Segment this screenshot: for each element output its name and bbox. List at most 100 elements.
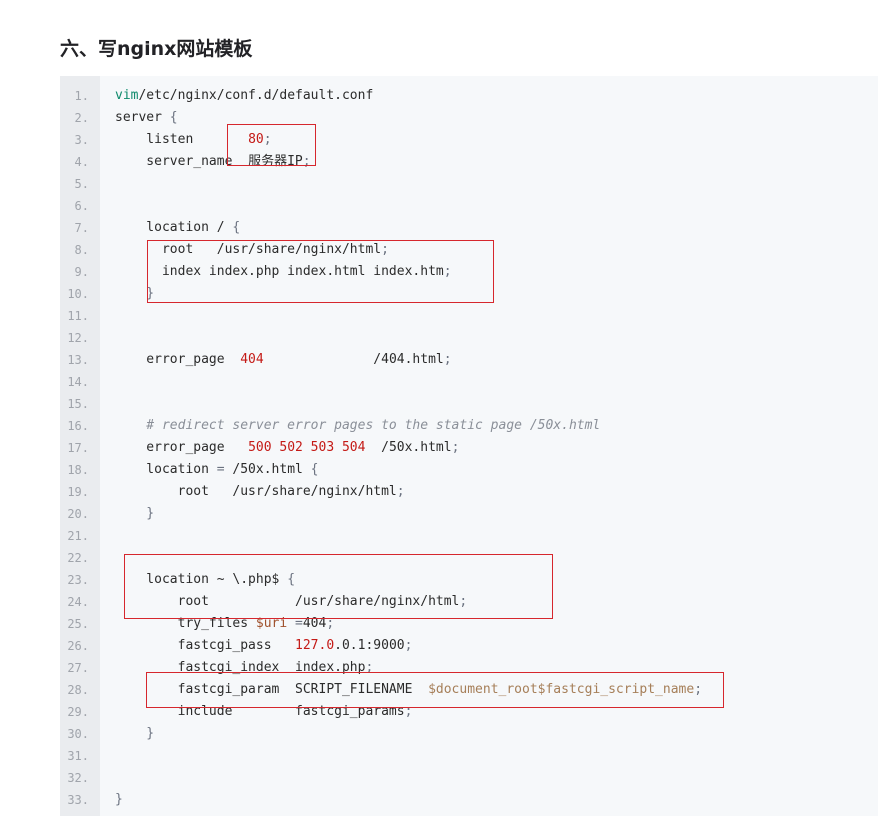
code-token: location	[115, 462, 217, 477]
code-text: location / {	[115, 217, 240, 239]
line-number: 17.	[67, 441, 89, 455]
code-line: 22.	[60, 547, 878, 569]
code-token: server_name	[115, 154, 249, 169]
code-token: }	[115, 506, 155, 521]
line-number: 20.	[67, 507, 89, 521]
code-line: 33.}	[60, 789, 878, 811]
code-text: server_name 服务器IP;	[115, 151, 310, 173]
line-number: 15.	[67, 397, 89, 411]
code-token: ;	[443, 264, 452, 279]
line-number: 9.	[74, 265, 89, 279]
code-block[interactable]: 1. vim/etc/nginx/conf.d/default.conf 2. ser…	[60, 76, 878, 816]
code-token: 404	[240, 352, 264, 367]
line-number: 28.	[67, 683, 89, 697]
line-number: 4.	[74, 155, 89, 169]
code-token: location ~ \.php$	[115, 572, 288, 587]
code-token: /404.html	[263, 352, 444, 367]
code-text: vim/etc/nginx/conf.d/default.conf	[115, 85, 373, 107]
line-number: 27.	[67, 661, 89, 675]
code-line: 5.	[60, 173, 878, 195]
code-token: {	[287, 572, 296, 587]
code-token: error_page	[115, 440, 249, 455]
line-number: 3.	[74, 133, 89, 147]
code-token: 80	[248, 132, 264, 147]
code-text: fastcgi_param SCRIPT_FILENAME $document_…	[115, 679, 702, 701]
code-token: {	[232, 220, 241, 235]
code-text: location ~ \.php$ {	[115, 569, 295, 591]
code-token: vim	[115, 88, 139, 103]
line-number: 18.	[67, 463, 89, 477]
code-text: }	[115, 723, 154, 745]
code-token: ;	[263, 132, 272, 147]
line-number: 7.	[74, 221, 89, 235]
code-token: ;	[365, 660, 374, 675]
code-token: ;	[404, 704, 413, 719]
line-number: 16.	[67, 419, 89, 433]
code-line: 1. vim/etc/nginx/conf.d/default.conf	[60, 85, 878, 107]
code-line: 6.	[60, 195, 878, 217]
code-text: root /usr/share/nginx/html;	[115, 591, 468, 613]
code-token: ;	[443, 352, 452, 367]
code-line: 21.	[60, 525, 878, 547]
code-token: location /	[115, 220, 233, 235]
code-line: 13. error_page 404 /404.html;	[60, 349, 878, 371]
code-token: fastcgi_pass	[115, 638, 296, 653]
code-token: 服务器	[248, 154, 288, 169]
code-line: 15.	[60, 393, 878, 415]
line-number: 23.	[67, 573, 89, 587]
code-token: =	[216, 462, 225, 477]
code-text: index index.php index.html index.htm;	[115, 261, 452, 283]
code-line: 10. }	[60, 283, 878, 305]
code-token: 404	[302, 616, 327, 631]
code-line: 4. server_name 服务器IP;	[60, 151, 878, 173]
code-token: root /usr/share/nginx/html	[115, 242, 382, 257]
code-line: 32.	[60, 767, 878, 789]
code-text: server {	[115, 107, 178, 129]
code-token: try_files	[115, 616, 256, 631]
line-number: 21.	[67, 529, 89, 543]
code-line: 9. index index.php index.html index.htm;	[60, 261, 878, 283]
code-line: 23. location ~ \.php$ {	[60, 569, 878, 591]
code-token: {	[310, 462, 319, 477]
line-number: 12.	[67, 331, 89, 345]
code-line: 18. location = /50x.html {	[60, 459, 878, 481]
code-token: $document_root$fastcgi_script_name	[428, 682, 695, 697]
code-line: 29. include fastcgi_params;	[60, 701, 878, 723]
line-number: 6.	[74, 199, 89, 213]
line-number: 13.	[67, 353, 89, 367]
code-line: 16. # redirect server error pages to the…	[60, 415, 878, 437]
line-number: 11.	[67, 309, 89, 323]
code-token: ;	[326, 616, 335, 631]
code-token: /etc/nginx/conf.d/default.conf	[138, 88, 374, 103]
line-number: 19.	[67, 485, 89, 499]
code-line: 8. root /usr/share/nginx/html;	[60, 239, 878, 261]
code-token: /50x.html	[365, 440, 452, 455]
code-line: 3. listen 80;	[60, 129, 878, 151]
code-token: error_page	[115, 352, 241, 367]
code-line: 31.	[60, 745, 878, 767]
line-number: 2.	[74, 111, 89, 125]
code-token: }	[115, 726, 155, 741]
code-token: /50x.html	[224, 462, 311, 477]
code-text: location = /50x.html {	[115, 459, 319, 481]
code-line: 2. server {	[60, 107, 878, 129]
code-token: 500 502 503 504	[248, 440, 366, 455]
code-token: listen	[115, 132, 249, 147]
line-number: 26.	[67, 639, 89, 653]
code-token: {	[169, 110, 178, 125]
code-line: 11.	[60, 305, 878, 327]
line-number: 32.	[67, 771, 89, 785]
line-number: 25.	[67, 617, 89, 631]
code-token: 127.0	[295, 638, 335, 653]
code-text: error_page 404 /404.html;	[115, 349, 452, 371]
code-token: include fastcgi_params	[115, 704, 405, 719]
code-token: ;	[451, 440, 460, 455]
code-line: 17. error_page 500 502 503 504 /50x.html…	[60, 437, 878, 459]
code-text: fastcgi_pass 127.0.0.1:9000;	[115, 635, 413, 657]
code-line: 12.	[60, 327, 878, 349]
code-token: ;	[694, 682, 703, 697]
line-number: 31.	[67, 749, 89, 763]
code-text: }	[115, 789, 123, 811]
code-line: 28. fastcgi_param SCRIPT_FILENAME $docum…	[60, 679, 878, 701]
